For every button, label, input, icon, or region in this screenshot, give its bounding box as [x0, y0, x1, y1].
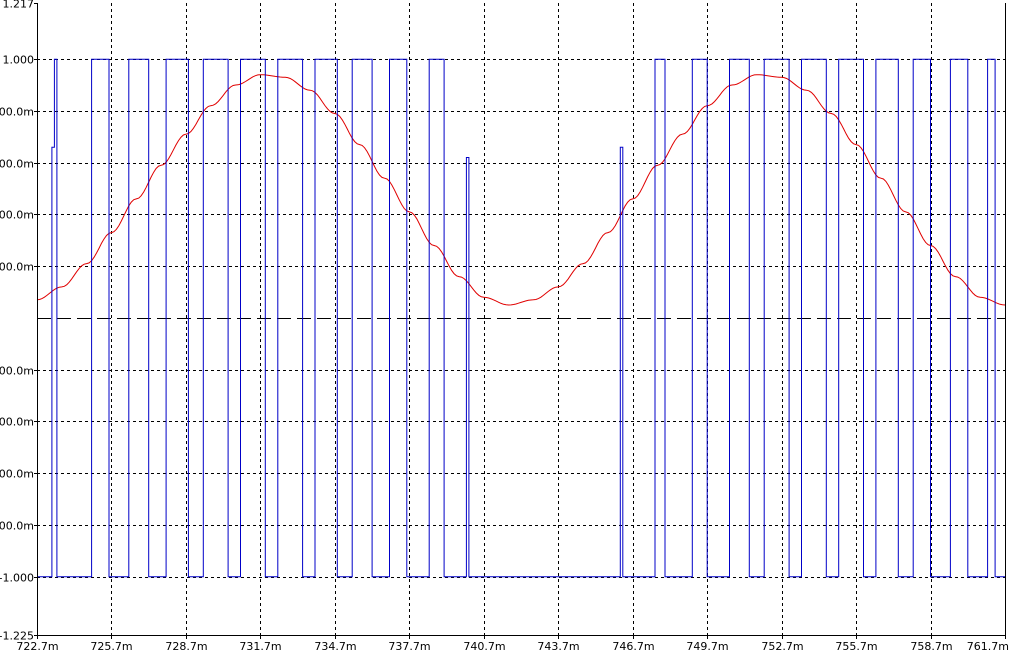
x-tick-label: 728.7m [165, 640, 207, 652]
y-tick-label: -400.0m [0, 416, 34, 429]
x-tick-label: 734.7m [314, 640, 356, 652]
chart-area: 1.217 1.000 800.0m 600.0m 400.0m 200.0m -200.0… [0, 0, 1011, 653]
y-tick-label: 1.217 [3, 0, 35, 11]
x-tick-label: 761.7m [967, 640, 1009, 652]
line-chart: 1.217 1.000 800.0m 600.0m 400.0m 200.0m -200.0… [0, 0, 1011, 653]
x-tick-label: 740.7m [463, 640, 505, 652]
x-tick-label: 737.7m [388, 640, 430, 652]
x-tick-label: 722.7m [16, 640, 58, 652]
x-tick-label: 755.7m [835, 640, 877, 652]
y-tick-label: -200.0m [0, 365, 34, 378]
x-tick-label: 731.7m [239, 640, 281, 652]
y-tick-label: 800.0m [0, 106, 34, 119]
y-tick-label: 400.0m [0, 209, 34, 222]
x-tick-label: 746.7m [612, 640, 654, 652]
y-tick-label: 1.000 [3, 54, 35, 67]
x-tick-label: 749.7m [686, 640, 728, 652]
y-tick-label: -600.0m [0, 468, 34, 481]
x-tick-label: 752.7m [761, 640, 803, 652]
x-tick-label: 725.7m [90, 640, 132, 652]
y-tick-label: 600.0m [0, 158, 34, 171]
y-tick-label: -800.0m [0, 520, 34, 533]
chart-background [0, 0, 1011, 652]
y-tick-label: -1.000 [0, 572, 34, 585]
x-tick-label: 758.7m [910, 640, 952, 652]
y-tick-label: 200.0m [0, 261, 34, 274]
x-tick-label: 743.7m [537, 640, 579, 652]
